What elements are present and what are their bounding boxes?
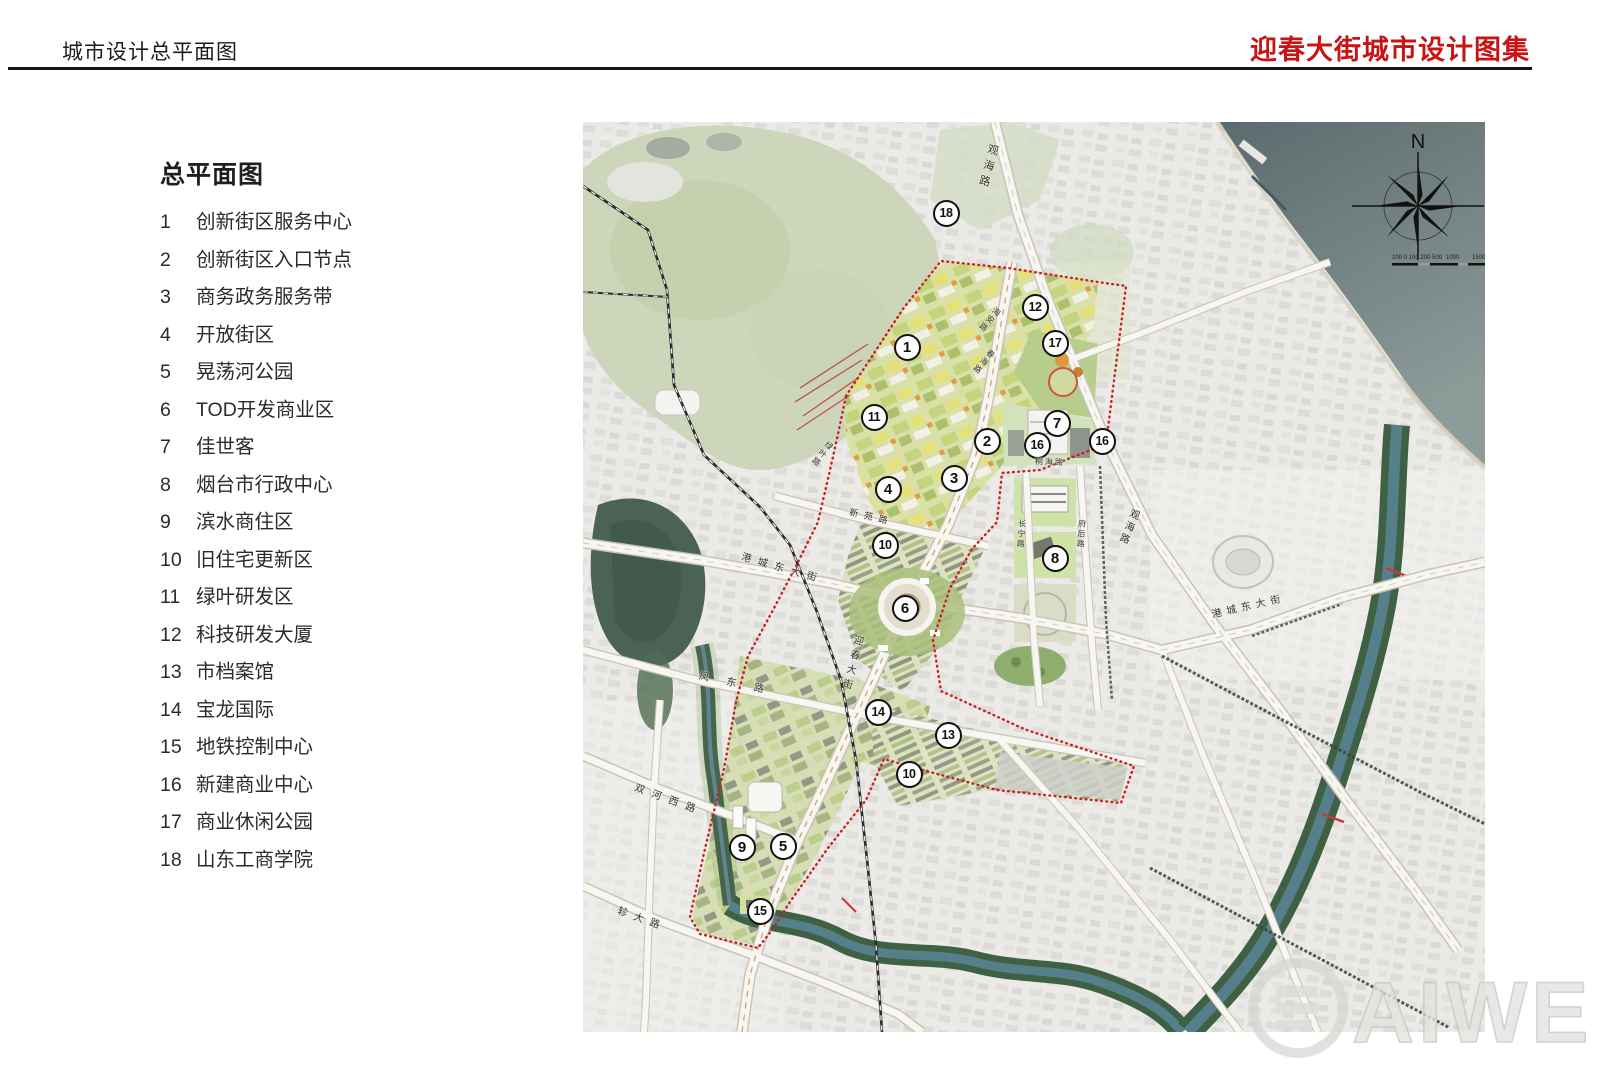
map-marker-10: 10 xyxy=(872,532,899,559)
header-rule xyxy=(8,67,1532,70)
legend-item-number: 1 xyxy=(160,211,196,234)
legend-item-label: 开放街区 xyxy=(196,318,274,347)
legend-item-number: 12 xyxy=(160,624,196,647)
scale-label-3: 1500 xyxy=(1472,255,1485,261)
page-title: 城市设计总平面图 xyxy=(62,36,238,66)
legend-item-label: 山东工商学院 xyxy=(196,843,313,872)
scale-label-2: 1000 xyxy=(1446,255,1460,261)
legend-item-label: 地铁控制中心 xyxy=(196,730,313,759)
legend-item-17: 17商业休闲公园 xyxy=(160,805,520,843)
map-marker-10: 10 xyxy=(896,761,923,788)
legend-item-label: 宝龙国际 xyxy=(196,693,274,722)
legend-item-number: 16 xyxy=(160,774,196,797)
legend-item-9: 9滨水商住区 xyxy=(160,505,520,543)
map-marker-17: 17 xyxy=(1042,330,1069,357)
legend-item-number: 3 xyxy=(160,286,196,309)
map-marker-1: 1 xyxy=(894,334,921,361)
legend-panel: 总平面图 1创新街区服务中心2创新街区入口节点3商务政务服务带4开放街区5晃荡河… xyxy=(160,155,520,880)
map-marker-16: 16 xyxy=(1024,432,1051,459)
legend-item-6: 6TOD开发商业区 xyxy=(160,393,520,431)
legend-item-label: 旧住宅更新区 xyxy=(196,543,313,572)
legend-item-5: 5晃荡河公园 xyxy=(160,355,520,393)
road-label: 府后路 xyxy=(1075,519,1088,550)
map-marker-14: 14 xyxy=(865,699,892,726)
legend-item-label: 晃荡河公园 xyxy=(196,355,294,384)
map-marker-15: 15 xyxy=(747,898,774,925)
map-marker-4: 4 xyxy=(875,476,902,503)
legend-item-number: 15 xyxy=(160,736,196,759)
legend-item-label: 滨水商住区 xyxy=(196,505,294,534)
legend-item-number: 14 xyxy=(160,699,196,722)
legend-item-7: 7佳世客 xyxy=(160,430,520,468)
compass-north-label: N xyxy=(1411,131,1425,153)
legend-item-13: 13市档案馆 xyxy=(160,655,520,693)
legend-item-number: 6 xyxy=(160,399,196,422)
legend-item-label: 创新街区服务中心 xyxy=(196,205,352,234)
legend-item-18: 18山东工商学院 xyxy=(160,843,520,881)
map-marker-9: 9 xyxy=(729,834,756,861)
legend-item-label: 佳世客 xyxy=(196,430,255,459)
legend-item-number: 8 xyxy=(160,474,196,497)
legend-item-2: 2创新街区入口节点 xyxy=(160,243,520,281)
road-label: 桐海路 xyxy=(1035,456,1065,468)
legend-item-number: 9 xyxy=(160,511,196,534)
map-marker-7: 7 xyxy=(1044,410,1071,437)
legend-item-3: 3商务政务服务带 xyxy=(160,280,520,318)
legend-item-label: 商务政务服务带 xyxy=(196,280,333,309)
legend-title: 总平面图 xyxy=(160,155,520,191)
map-marker-16: 16 xyxy=(1089,428,1116,455)
legend-item-number: 17 xyxy=(160,811,196,834)
legend-item-number: 10 xyxy=(160,549,196,572)
legend-item-number: 13 xyxy=(160,661,196,684)
map-marker-8: 8 xyxy=(1042,545,1069,572)
map-marker-6: 6 xyxy=(892,595,919,622)
legend-item-4: 4开放街区 xyxy=(160,318,520,356)
legend-item-number: 2 xyxy=(160,249,196,272)
legend-item-number: 7 xyxy=(160,436,196,459)
legend-item-label: 新建商业中心 xyxy=(196,768,313,797)
legend-item-number: 4 xyxy=(160,324,196,347)
legend-item-number: 11 xyxy=(160,586,196,609)
legend-item-8: 8烟台市行政中心 xyxy=(160,468,520,506)
legend-item-label: 绿叶研发区 xyxy=(196,580,294,609)
road-label: 长宁路 xyxy=(1015,519,1028,550)
atlas-title: 迎春大街城市设计图集 xyxy=(1250,28,1530,67)
map-marker-3: 3 xyxy=(941,465,968,492)
legend-item-11: 11绿叶研发区 xyxy=(160,580,520,618)
legend-item-label: 市档案馆 xyxy=(196,655,274,684)
legend-item-1: 1创新街区服务中心 xyxy=(160,205,520,243)
legend-item-label: 商业休闲公园 xyxy=(196,805,313,834)
legend-item-number: 5 xyxy=(160,361,196,384)
master-plan-map: N 100 0 100 200 500 1000 1500 1234567891… xyxy=(583,122,1485,1032)
legend-item-16: 16新建商业中心 xyxy=(160,768,520,806)
legend-item-label: 科技研发大厦 xyxy=(196,618,313,647)
legend-list: 1创新街区服务中心2创新街区入口节点3商务政务服务带4开放街区5晃荡河公园6TO… xyxy=(160,205,520,880)
legend-item-12: 12科技研发大厦 xyxy=(160,618,520,656)
map-marker-11: 11 xyxy=(861,404,888,431)
legend-item-number: 18 xyxy=(160,849,196,872)
map-artwork: N 100 0 100 200 500 1000 1500 xyxy=(583,122,1485,1032)
legend-item-label: 创新街区入口节点 xyxy=(196,243,352,272)
legend-item-label: 烟台市行政中心 xyxy=(196,468,333,497)
legend-item-10: 10旧住宅更新区 xyxy=(160,543,520,581)
legend-item-label: TOD开发商业区 xyxy=(196,393,334,422)
map-marker-5: 5 xyxy=(770,833,797,860)
map-marker-18: 18 xyxy=(933,200,960,227)
atlas-page: 城市设计总平面图 迎春大街城市设计图集 总平面图 1创新街区服务中心2创新街区入… xyxy=(0,0,1600,1085)
map-marker-12: 12 xyxy=(1022,294,1049,321)
scale-bar: 100 0 100 200 500 1000 1500 xyxy=(1392,255,1485,266)
scale-label-1: 100 0 100 200 500 xyxy=(1392,255,1443,261)
legend-item-15: 15地铁控制中心 xyxy=(160,730,520,768)
legend-item-14: 14宝龙国际 xyxy=(160,693,520,731)
map-marker-13: 13 xyxy=(935,722,962,749)
map-marker-2: 2 xyxy=(974,428,1001,455)
